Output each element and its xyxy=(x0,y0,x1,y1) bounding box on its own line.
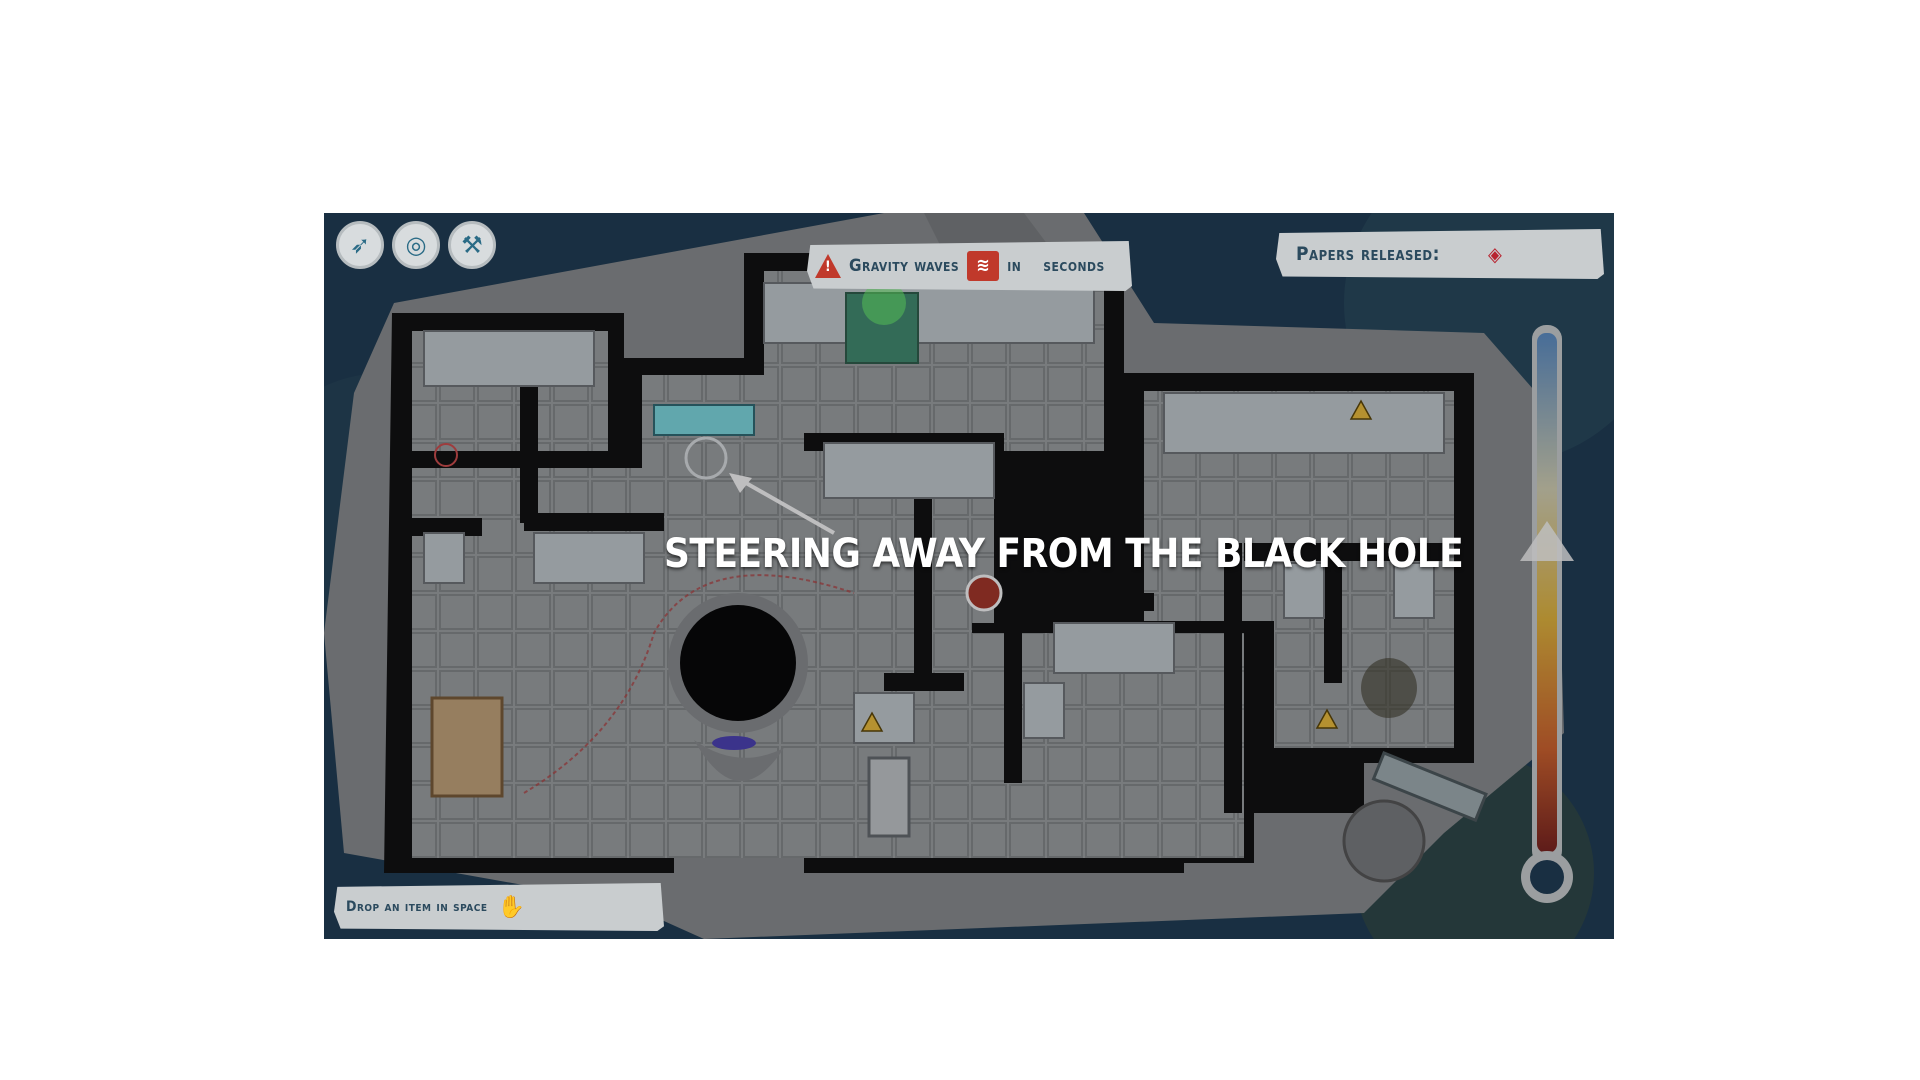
papers-released-label: Papers released: xyxy=(1296,243,1440,265)
wing-button[interactable]: ➶ xyxy=(336,221,384,269)
callout-text: STEERING AWAY FROM THE BLACK HOLE xyxy=(664,531,1464,577)
gravity-waves-icon: ≋ xyxy=(967,251,1000,281)
target-button[interactable]: ◎ xyxy=(392,221,440,269)
warning-triangle-icon: ! xyxy=(815,254,841,278)
game-viewport[interactable]: ➶ ◎ ⚒ ! Gravity waves ≋ in seconds Paper… xyxy=(324,213,1614,939)
gravity-waves-banner: ! Gravity waves ≋ in seconds xyxy=(807,241,1132,291)
wooden-crate xyxy=(430,696,504,798)
diamond-marker-icon: ◈ xyxy=(1487,242,1503,266)
gravity-in-label: in xyxy=(1007,256,1022,276)
hammer-button[interactable]: ⚒ xyxy=(448,221,496,269)
gravity-seconds-label: seconds xyxy=(1043,256,1105,276)
gravity-waves-label: Gravity waves xyxy=(849,256,960,276)
wing-icon: ➶ xyxy=(349,231,371,259)
drop-item-button[interactable]: Drop an item in space ✋ xyxy=(334,883,664,931)
tutorial-callout: STEERING AWAY FROM THE BLACK HOLE xyxy=(664,531,1464,577)
hand-drop-icon: ✋ xyxy=(497,894,526,920)
drop-item-label: Drop an item in space xyxy=(346,899,488,915)
cockpit-screens xyxy=(653,404,755,436)
trash-bin xyxy=(867,756,911,838)
target-icon: ◎ xyxy=(405,231,427,259)
hammer-icon: ⚒ xyxy=(461,231,483,259)
papers-released-banner: Papers released: ◈ xyxy=(1276,229,1604,279)
creature xyxy=(965,574,1003,612)
